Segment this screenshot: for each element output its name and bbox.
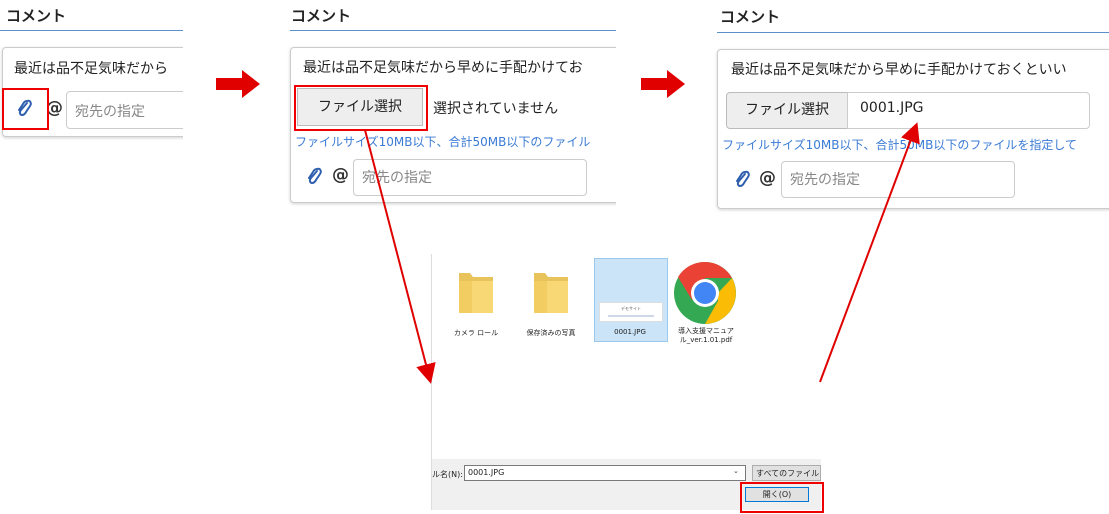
annotation-arrows	[364, 122, 920, 384]
arrow-to-dialog	[364, 129, 436, 384]
arrow-to-filename	[819, 122, 920, 383]
